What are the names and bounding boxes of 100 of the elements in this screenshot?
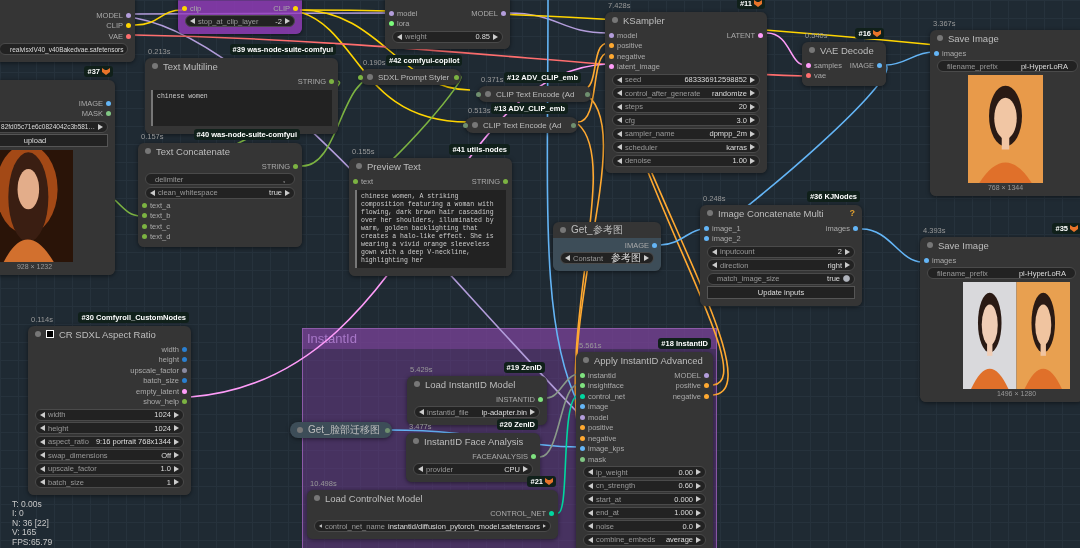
output-port[interactable] <box>126 12 131 18</box>
output-port[interactable] <box>182 399 187 405</box>
left-arrow-icon[interactable] <box>319 523 322 529</box>
left-arrow-icon[interactable] <box>40 479 45 485</box>
output-port[interactable] <box>182 367 187 373</box>
left-arrow-icon[interactable] <box>150 189 155 196</box>
input-port[interactable] <box>182 5 187 11</box>
left-arrow-icon[interactable] <box>565 255 570 261</box>
output-port[interactable] <box>704 393 709 399</box>
input-port[interactable] <box>476 91 481 97</box>
output-port[interactable] <box>503 178 508 184</box>
collapse-dot-icon[interactable] <box>583 357 589 363</box>
right-arrow-icon[interactable] <box>750 144 755 150</box>
right-arrow-icon[interactable] <box>285 189 290 196</box>
toggle-knob-icon[interactable] <box>843 275 850 282</box>
collapse-dot-icon[interactable] <box>314 495 320 501</box>
right-arrow-icon[interactable] <box>523 466 528 472</box>
collapse-dot-icon[interactable] <box>707 210 713 216</box>
input-port[interactable] <box>704 225 709 231</box>
input-port[interactable] <box>609 43 614 49</box>
input-port[interactable] <box>580 393 585 399</box>
output-port[interactable] <box>704 383 709 389</box>
output-port[interactable] <box>126 23 131 29</box>
input-port[interactable] <box>806 73 811 79</box>
collapse-dot-icon[interactable] <box>612 17 618 23</box>
input-port[interactable] <box>609 64 614 70</box>
input-port[interactable] <box>580 435 585 441</box>
input-port[interactable] <box>580 383 585 389</box>
right-arrow-icon[interactable] <box>845 262 850 268</box>
left-arrow-icon[interactable] <box>712 262 717 268</box>
output-port[interactable] <box>106 111 111 117</box>
collapse-dot-icon[interactable] <box>560 227 566 233</box>
input-port[interactable] <box>609 53 614 59</box>
input-port[interactable] <box>142 223 147 229</box>
output-port[interactable] <box>538 396 543 402</box>
output-port[interactable] <box>758 32 763 38</box>
input-port[interactable] <box>389 10 394 16</box>
right-arrow-icon[interactable] <box>174 479 179 485</box>
collapse-dot-icon[interactable] <box>809 47 815 53</box>
left-arrow-icon[interactable] <box>617 144 622 150</box>
output-port[interactable] <box>182 388 187 394</box>
left-arrow-icon[interactable] <box>588 523 593 529</box>
input-port[interactable] <box>580 456 585 462</box>
right-arrow-icon[interactable] <box>285 18 290 24</box>
collapse-dot-icon[interactable] <box>367 74 373 80</box>
input-port[interactable] <box>580 425 585 431</box>
right-arrow-icon[interactable] <box>98 123 103 130</box>
input-port[interactable] <box>463 122 468 128</box>
collapse-dot-icon[interactable] <box>414 381 420 387</box>
input-port[interactable] <box>142 213 147 219</box>
collapse-dot-icon[interactable] <box>413 438 419 444</box>
output-port[interactable] <box>531 453 536 459</box>
input-port[interactable] <box>142 234 147 240</box>
right-arrow-icon[interactable] <box>696 469 701 475</box>
collapse-dot-icon[interactable] <box>937 35 943 41</box>
left-arrow-icon[interactable] <box>418 466 423 472</box>
input-port[interactable] <box>389 21 394 27</box>
output-port[interactable] <box>877 62 882 68</box>
output-port[interactable] <box>853 225 858 231</box>
left-arrow-icon[interactable] <box>617 90 622 96</box>
collapse-dot-icon[interactable] <box>145 148 151 154</box>
right-arrow-icon[interactable] <box>493 33 498 40</box>
left-arrow-icon[interactable] <box>419 409 424 415</box>
help-mark[interactable]: ? <box>849 208 855 218</box>
output-port[interactable] <box>329 78 334 84</box>
collapse-dot-icon[interactable] <box>356 163 362 169</box>
input-port[interactable] <box>353 178 358 184</box>
output-port[interactable] <box>652 242 657 248</box>
right-arrow-icon[interactable] <box>750 117 755 123</box>
graph-node[interactable]: Get_脸部迁移图 <box>290 422 392 438</box>
left-arrow-icon[interactable] <box>40 425 45 431</box>
input-port[interactable] <box>358 74 363 80</box>
collapse-dot-icon[interactable] <box>927 242 933 248</box>
input-port[interactable] <box>580 446 585 452</box>
output-port[interactable] <box>549 510 554 516</box>
input-port[interactable] <box>580 404 585 410</box>
collapse-dot-icon[interactable] <box>485 91 491 97</box>
collapse-dot-icon[interactable] <box>472 122 478 128</box>
output-port[interactable] <box>293 5 298 11</box>
output-port[interactable] <box>704 372 709 378</box>
collapse-dot-icon[interactable] <box>35 331 41 337</box>
left-arrow-icon[interactable] <box>190 18 195 24</box>
left-arrow-icon[interactable] <box>397 33 402 40</box>
right-arrow-icon[interactable] <box>530 409 535 415</box>
output-port[interactable] <box>126 33 131 39</box>
right-arrow-icon[interactable] <box>644 255 649 261</box>
input-port[interactable] <box>806 62 811 68</box>
input-port[interactable] <box>580 372 585 378</box>
right-arrow-icon[interactable] <box>174 452 179 458</box>
input-port[interactable] <box>924 257 929 263</box>
right-arrow-icon[interactable] <box>174 425 179 431</box>
left-arrow-icon[interactable] <box>588 496 593 502</box>
left-arrow-icon[interactable] <box>617 117 622 123</box>
input-port[interactable] <box>580 414 585 420</box>
right-arrow-icon[interactable] <box>750 90 755 96</box>
output-port[interactable] <box>293 163 298 169</box>
collapse-dot-icon[interactable] <box>297 427 303 433</box>
input-port[interactable] <box>704 236 709 242</box>
right-arrow-icon[interactable] <box>696 523 701 529</box>
input-port[interactable] <box>609 32 614 38</box>
